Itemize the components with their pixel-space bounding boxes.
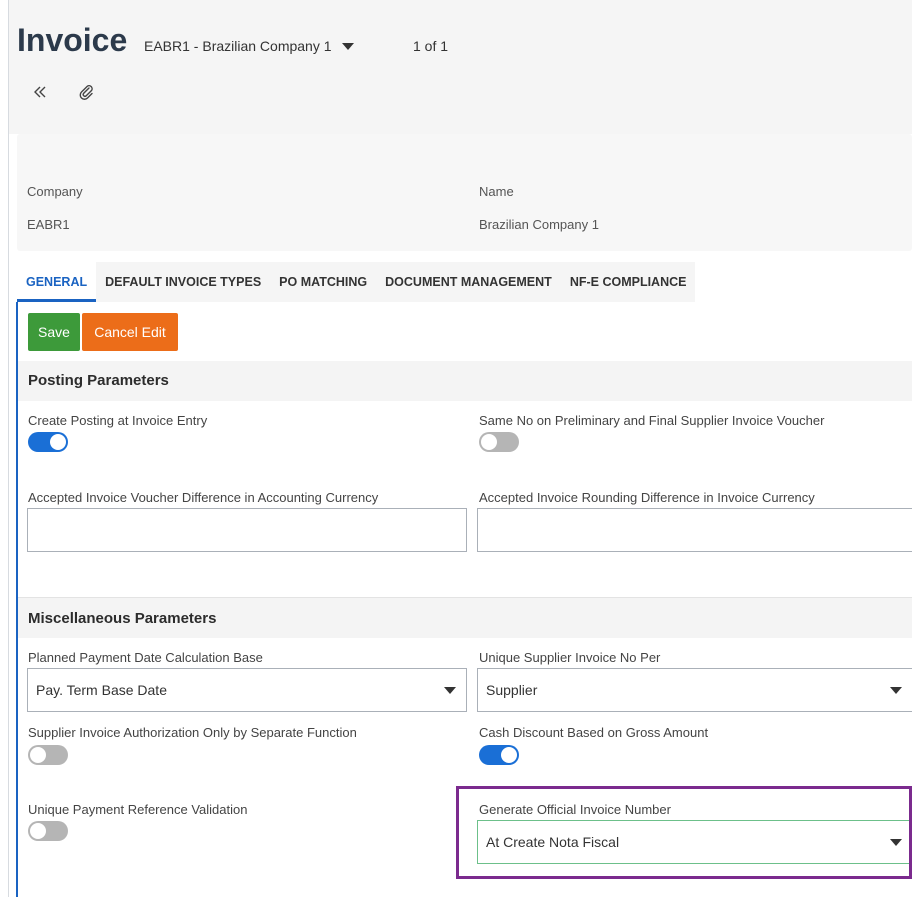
planned-payment-value: Pay. Term Base Date	[36, 682, 167, 698]
highlight-annotation-box	[456, 786, 912, 879]
cash-discount-toggle[interactable]	[479, 745, 519, 765]
voucher-diff-input[interactable]	[27, 508, 467, 552]
summary-card	[17, 134, 912, 251]
create-posting-label: Create Posting at Invoice Entry	[28, 413, 208, 428]
paperclip-icon	[79, 85, 93, 100]
caret-down-icon	[890, 687, 902, 694]
page-header	[9, 0, 912, 134]
record-pager: 1 of 1	[413, 38, 449, 54]
unique-supplier-label: Unique Supplier Invoice No Per	[479, 650, 661, 665]
attachment-button[interactable]	[74, 80, 98, 104]
page-title: Invoice	[17, 22, 128, 58]
posting-parameters-title: Posting Parameters	[28, 372, 169, 389]
collapse-button[interactable]	[28, 80, 52, 104]
tab-bar: GENERAL DEFAULT INVOICE TYPES PO MATCHIN…	[17, 262, 696, 302]
auth-separate-toggle[interactable]	[28, 745, 68, 765]
rounding-diff-label: Accepted Invoice Rounding Difference in …	[479, 490, 815, 505]
rounding-diff-input[interactable]	[477, 508, 912, 552]
name-value: Brazilian Company 1	[479, 217, 599, 232]
tab-general[interactable]: GENERAL	[17, 262, 97, 302]
planned-payment-label: Planned Payment Date Calculation Base	[28, 650, 263, 665]
caret-down-icon	[341, 42, 354, 50]
toggle-knob	[481, 434, 497, 450]
toggle-knob	[50, 434, 66, 450]
invoice-page: Invoice EABR1 - Brazilian Company 1 1 of…	[0, 0, 912, 897]
auth-separate-label: Supplier Invoice Authorization Only by S…	[28, 725, 357, 740]
company-label: Company	[27, 184, 83, 199]
cash-discount-label: Cash Discount Based on Gross Amount	[479, 725, 709, 740]
unique-payment-toggle[interactable]	[28, 821, 68, 841]
company-selector-label: EABR1 - Brazilian Company 1	[144, 38, 332, 54]
unique-supplier-value: Supplier	[486, 682, 538, 698]
tab-document-management[interactable]: DOCUMENT MANAGEMENT	[376, 262, 561, 302]
unique-supplier-select[interactable]: Supplier	[477, 668, 912, 712]
create-posting-toggle[interactable]	[28, 432, 68, 452]
misc-parameters-title: Miscellaneous Parameters	[28, 610, 217, 627]
company-selector[interactable]: EABR1 - Brazilian Company 1	[144, 38, 354, 54]
left-border	[8, 0, 9, 897]
planned-payment-select[interactable]: Pay. Term Base Date	[27, 668, 467, 712]
voucher-diff-label: Accepted Invoice Voucher Difference in A…	[28, 490, 379, 505]
same-no-toggle[interactable]	[479, 432, 519, 452]
toggle-knob	[30, 747, 46, 763]
tab-nfe-compliance[interactable]: NF-E COMPLIANCE	[560, 262, 696, 302]
same-no-label: Same No on Preliminary and Final Supplie…	[479, 413, 825, 428]
toggle-knob	[501, 747, 517, 763]
caret-down-icon	[444, 687, 456, 694]
company-value: EABR1	[27, 217, 70, 232]
cancel-edit-button[interactable]: Cancel Edit	[82, 313, 178, 351]
unique-payment-label: Unique Payment Reference Validation	[28, 802, 248, 817]
name-label: Name	[479, 184, 514, 199]
save-button[interactable]: Save	[28, 313, 80, 351]
tab-default-invoice-types[interactable]: DEFAULT INVOICE TYPES	[96, 262, 271, 302]
tab-po-matching[interactable]: PO MATCHING	[270, 262, 377, 302]
toggle-knob	[30, 823, 46, 839]
double-chevron-left-icon	[34, 86, 46, 98]
